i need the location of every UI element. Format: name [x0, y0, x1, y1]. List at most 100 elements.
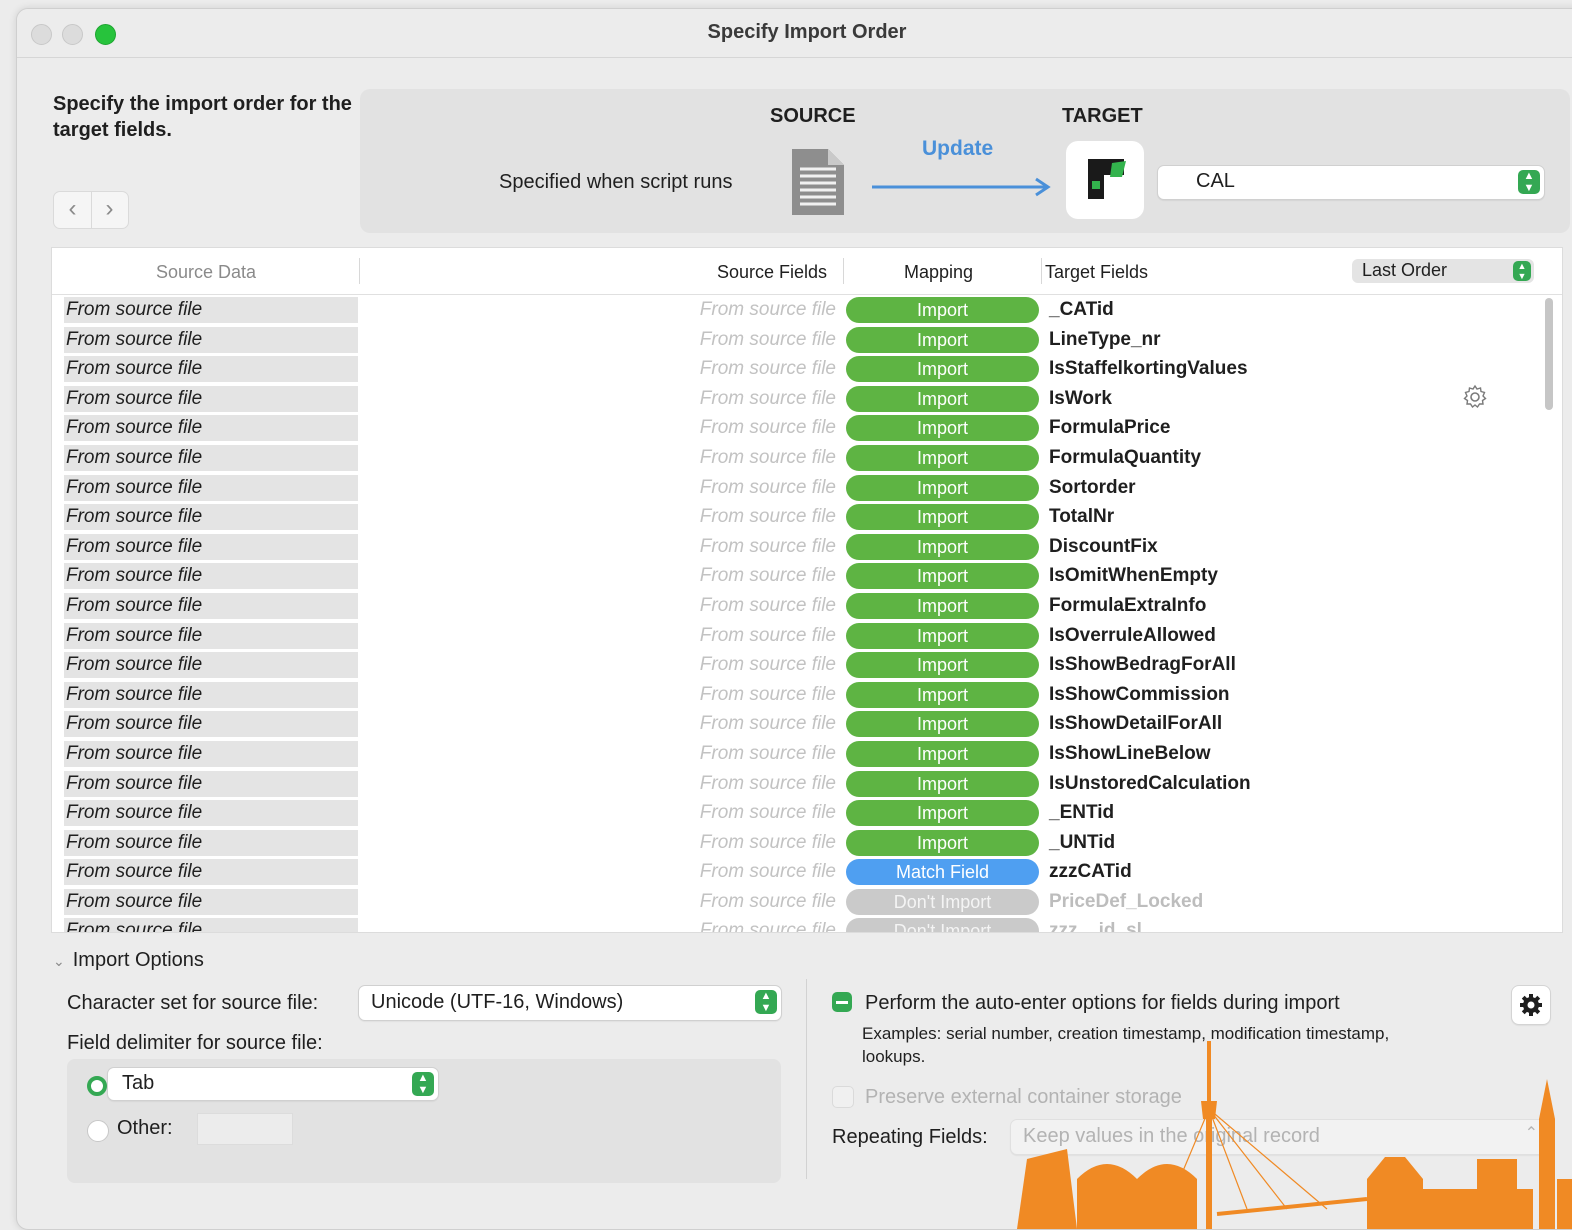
table-row[interactable]: From source file From source file Import Fo…	[52, 591, 1542, 621]
source-data-cell[interactable]: From source file	[64, 800, 358, 827]
source-field-cell[interactable]: From source file	[700, 561, 836, 590]
source-data-cell[interactable]: From source file	[64, 829, 358, 856]
source-data-cell[interactable]: From source file	[64, 740, 358, 767]
mapping-toggle-button[interactable]: Import	[846, 444, 1039, 471]
mapping-toggle-button[interactable]: Import	[846, 504, 1039, 531]
preserve-storage-checkbox[interactable]	[832, 1086, 854, 1108]
table-row[interactable]: From source file From source file Import Is…	[52, 561, 1542, 591]
source-field-cell[interactable]: From source file	[700, 739, 836, 768]
other-delimiter-input[interactable]	[197, 1113, 293, 1145]
source-field-cell[interactable]: From source file	[700, 325, 836, 354]
mapping-toggle-button[interactable]: Import	[846, 533, 1039, 560]
source-data-cell[interactable]: From source file	[64, 918, 358, 932]
mapping-toggle-button[interactable]: Import	[846, 622, 1039, 649]
mapping-toggle-button[interactable]: Import	[846, 563, 1039, 590]
source-data-cell[interactable]: From source file	[64, 652, 358, 679]
mapping-toggle-button[interactable]: Import	[846, 385, 1039, 412]
source-data-cell[interactable]: From source file	[64, 681, 358, 708]
source-field-cell[interactable]: From source file	[700, 532, 836, 561]
mapping-toggle-button[interactable]: Don't Import	[846, 918, 1039, 932]
source-data-cell[interactable]: From source file	[64, 592, 358, 619]
source-data-cell[interactable]: From source file	[64, 563, 358, 590]
source-field-cell[interactable]: From source file	[700, 354, 836, 383]
target-table-select[interactable]: CAL ▲ ▼	[1157, 165, 1545, 200]
table-row[interactable]: From source file From source file Import Is…	[52, 384, 1542, 414]
source-field-cell[interactable]: From source file	[700, 473, 836, 502]
header-mapping[interactable]: Mapping	[904, 262, 973, 283]
tab-delimiter-select[interactable]: Tab ▲ ▼	[107, 1067, 439, 1101]
table-row[interactable]: From source file From source file Import Is…	[52, 709, 1542, 739]
source-data-cell[interactable]: From source file	[64, 770, 358, 797]
table-row[interactable]: From source file From source file Import Di…	[52, 532, 1542, 562]
table-row[interactable]: From source file From source file Import Is…	[52, 354, 1542, 384]
source-data-cell[interactable]: From source file	[64, 385, 358, 412]
source-data-cell[interactable]: From source file	[64, 711, 358, 738]
mapping-toggle-button[interactable]: Import	[846, 770, 1039, 797]
order-select[interactable]: Last Order ▲ ▼	[1352, 259, 1534, 283]
source-data-cell[interactable]: From source file	[64, 859, 358, 886]
mapping-toggle-button[interactable]: Import	[846, 592, 1039, 619]
charset-select[interactable]: Unicode (UTF-16, Windows) ▲ ▼	[358, 985, 782, 1021]
table-row[interactable]: From source file From source file Import Fo…	[52, 443, 1542, 473]
mapping-toggle-button[interactable]: Import	[846, 711, 1039, 738]
source-field-cell[interactable]: From source file	[700, 650, 836, 679]
table-row[interactable]: From source file From source file Import To…	[52, 502, 1542, 532]
table-row[interactable]: From source file From source file Don't Im…	[52, 916, 1542, 932]
source-data-cell[interactable]: From source file	[64, 326, 358, 353]
radio-tab[interactable]	[87, 1076, 107, 1096]
field-options-gear-icon[interactable]	[1462, 384, 1488, 415]
source-data-cell[interactable]: From source file	[64, 356, 358, 383]
source-field-cell[interactable]: From source file	[700, 887, 836, 916]
source-field-cell[interactable]: From source file	[700, 769, 836, 798]
source-field-cell[interactable]: From source file	[700, 413, 836, 442]
table-row[interactable]: From source file From source file Match Fi…	[52, 857, 1542, 887]
table-row[interactable]: From source file From source file Import Li…	[52, 325, 1542, 355]
header-source-fields[interactable]: Source Fields	[717, 262, 827, 283]
source-field-cell[interactable]: From source file	[700, 384, 836, 413]
source-data-cell[interactable]: From source file	[64, 297, 358, 323]
auto-enter-checkbox[interactable]	[832, 992, 852, 1012]
forward-button[interactable]: ›	[91, 192, 128, 228]
mapping-toggle-button[interactable]: Import	[846, 356, 1039, 383]
source-data-cell[interactable]: From source file	[64, 444, 358, 471]
table-row[interactable]: From source file From source file Import Is…	[52, 680, 1542, 710]
source-field-cell[interactable]: From source file	[700, 443, 836, 472]
mapping-toggle-button[interactable]: Import	[846, 297, 1039, 323]
mapping-toggle-button[interactable]: Don't Import	[846, 888, 1039, 915]
mapping-toggle-button[interactable]: Import	[846, 326, 1039, 353]
table-scrollbar[interactable]	[1542, 296, 1556, 416]
header-target-fields[interactable]: Target Fields	[1045, 262, 1148, 283]
table-row[interactable]: From source file From source file Import _C…	[52, 295, 1542, 325]
mapping-toggle-button[interactable]: Import	[846, 681, 1039, 708]
source-data-cell[interactable]: From source file	[64, 415, 358, 442]
source-field-cell[interactable]: From source file	[700, 621, 836, 650]
mapping-toggle-button[interactable]: Import	[846, 740, 1039, 767]
mapping-toggle-button[interactable]: Import	[846, 829, 1039, 856]
table-row[interactable]: From source file From source file Don't Im…	[52, 887, 1542, 917]
import-options-toggle[interactable]: ⌄ Import Options	[53, 949, 204, 972]
radio-other[interactable]	[87, 1120, 109, 1142]
table-row[interactable]: From source file From source file Import So…	[52, 473, 1542, 503]
source-data-cell[interactable]: From source file	[64, 533, 358, 560]
table-row[interactable]: From source file From source file Import _E…	[52, 798, 1542, 828]
table-row[interactable]: From source file From source file Import Is…	[52, 650, 1542, 680]
table-row[interactable]: From source file From source file Import Is…	[52, 739, 1542, 769]
back-button[interactable]: ‹	[54, 192, 92, 228]
source-data-cell[interactable]: From source file	[64, 888, 358, 915]
mapping-toggle-button[interactable]: Import	[846, 415, 1039, 442]
source-data-cell[interactable]: From source file	[64, 622, 358, 649]
auto-enter-settings-button[interactable]	[1511, 985, 1551, 1025]
mapping-toggle-button[interactable]: Import	[846, 474, 1039, 501]
source-field-cell[interactable]: From source file	[700, 680, 836, 709]
source-field-cell[interactable]: From source file	[700, 295, 836, 324]
table-row[interactable]: From source file From source file Import Fo…	[52, 413, 1542, 443]
source-field-cell[interactable]: From source file	[700, 857, 836, 886]
mapping-toggle-button[interactable]: Match Field	[846, 859, 1039, 886]
source-data-cell[interactable]: From source file	[64, 474, 358, 501]
table-row[interactable]: From source file From source file Import Is…	[52, 769, 1542, 799]
source-data-cell[interactable]: From source file	[64, 504, 358, 531]
source-field-cell[interactable]: From source file	[700, 502, 836, 531]
table-row[interactable]: From source file From source file Import Is…	[52, 621, 1542, 651]
source-field-cell[interactable]: From source file	[700, 798, 836, 827]
mapping-toggle-button[interactable]: Import	[846, 652, 1039, 679]
